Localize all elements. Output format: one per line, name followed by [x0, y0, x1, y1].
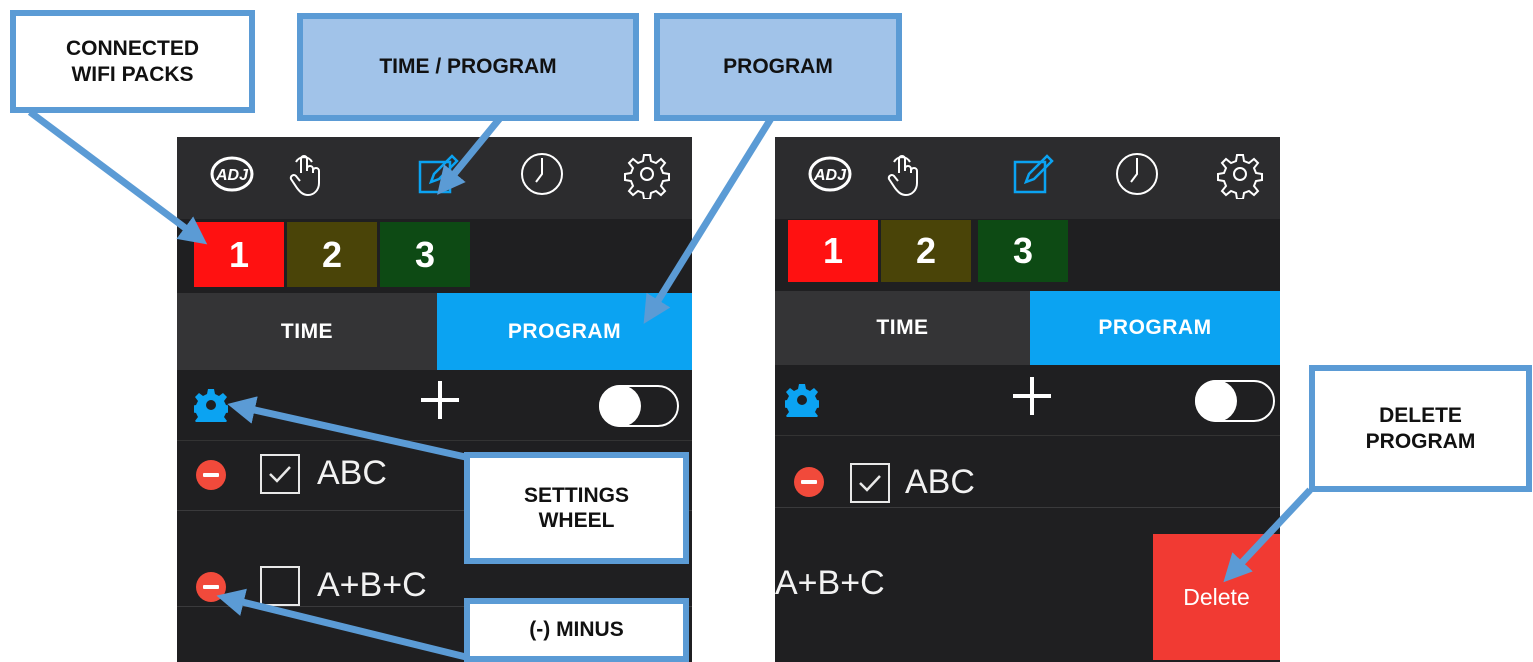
svg-text:ADJ: ADJ — [215, 167, 249, 184]
delete-button[interactable]: Delete — [1153, 534, 1280, 660]
touch-hand-icon[interactable] — [880, 149, 930, 199]
callout-settings-wheel: SETTINGS WHEEL — [464, 452, 689, 564]
minus-icon[interactable] — [794, 467, 824, 497]
program-row-swiped[interactable]: A+B+C Delete — [775, 534, 1280, 662]
add-program-icon[interactable] — [1009, 373, 1055, 419]
program-toggle[interactable] — [1195, 380, 1275, 422]
callout-connected-wifi-packs: CONNECTED WIFI PACKS — [10, 10, 255, 113]
mode-tabs: TIME PROGRAM — [775, 291, 1280, 365]
program-row[interactable]: ABC — [775, 437, 1280, 508]
tab-time[interactable]: TIME — [775, 291, 1030, 365]
wifi-pack-3[interactable]: 3 — [380, 222, 470, 287]
minus-icon[interactable] — [196, 460, 226, 490]
checkbox-checked[interactable] — [260, 454, 300, 494]
mode-tabs: TIME PROGRAM — [177, 293, 692, 370]
app-screen-right: ADJ 1 2 3 TIME PROGRAM ABC A+B+C Delete — [775, 137, 1280, 662]
wifi-pack-3[interactable]: 3 — [978, 220, 1068, 282]
add-program-icon[interactable] — [417, 377, 463, 423]
wifi-pack-2[interactable]: 2 — [881, 220, 971, 282]
clock-icon[interactable] — [517, 149, 567, 199]
callout-minus: (-) MINUS — [464, 598, 689, 662]
wifi-pack-1[interactable]: 1 — [194, 222, 284, 287]
callout-program: PROGRAM — [654, 13, 902, 121]
wifi-pack-2[interactable]: 2 — [287, 222, 377, 287]
arrow-connected — [27, 109, 208, 245]
program-toggle[interactable] — [599, 385, 679, 427]
callout-delete-program: DELETE PROGRAM — [1309, 365, 1532, 492]
toggle-knob — [599, 385, 641, 427]
clock-icon[interactable] — [1112, 149, 1162, 199]
settings-wheel-icon[interactable] — [191, 388, 231, 429]
program-name: ABC — [317, 454, 387, 492]
program-name: A+B+C — [317, 566, 427, 604]
checkbox-checked[interactable] — [850, 463, 890, 503]
tab-time[interactable]: TIME — [177, 293, 437, 370]
edit-pencil-icon[interactable] — [1008, 149, 1058, 199]
adj-logo-icon[interactable]: ADJ — [805, 149, 855, 199]
settings-wheel-icon[interactable] — [782, 383, 822, 424]
svg-text:ADJ: ADJ — [813, 167, 847, 184]
top-toolbar: ADJ — [177, 137, 692, 219]
edit-pencil-icon[interactable] — [413, 149, 463, 199]
tab-program[interactable]: PROGRAM — [1030, 291, 1280, 365]
callout-time-program: TIME / PROGRAM — [297, 13, 639, 121]
top-toolbar: ADJ — [775, 137, 1280, 219]
minus-icon[interactable] — [196, 572, 226, 602]
wifi-pack-1[interactable]: 1 — [788, 220, 878, 282]
settings-gear-icon[interactable] — [1215, 149, 1265, 199]
adj-logo-icon[interactable]: ADJ — [207, 149, 257, 199]
toggle-knob — [1195, 380, 1237, 422]
tab-program[interactable]: PROGRAM — [437, 293, 692, 370]
program-name: ABC — [905, 463, 975, 501]
settings-gear-icon[interactable] — [622, 149, 672, 199]
checkbox-unchecked[interactable] — [260, 566, 300, 606]
program-name: A+B+C — [775, 564, 885, 602]
touch-hand-icon[interactable] — [282, 149, 332, 199]
app-screen-left: ADJ 1 2 3 TIME PROGRAM ABC A+B+C — [177, 137, 692, 662]
